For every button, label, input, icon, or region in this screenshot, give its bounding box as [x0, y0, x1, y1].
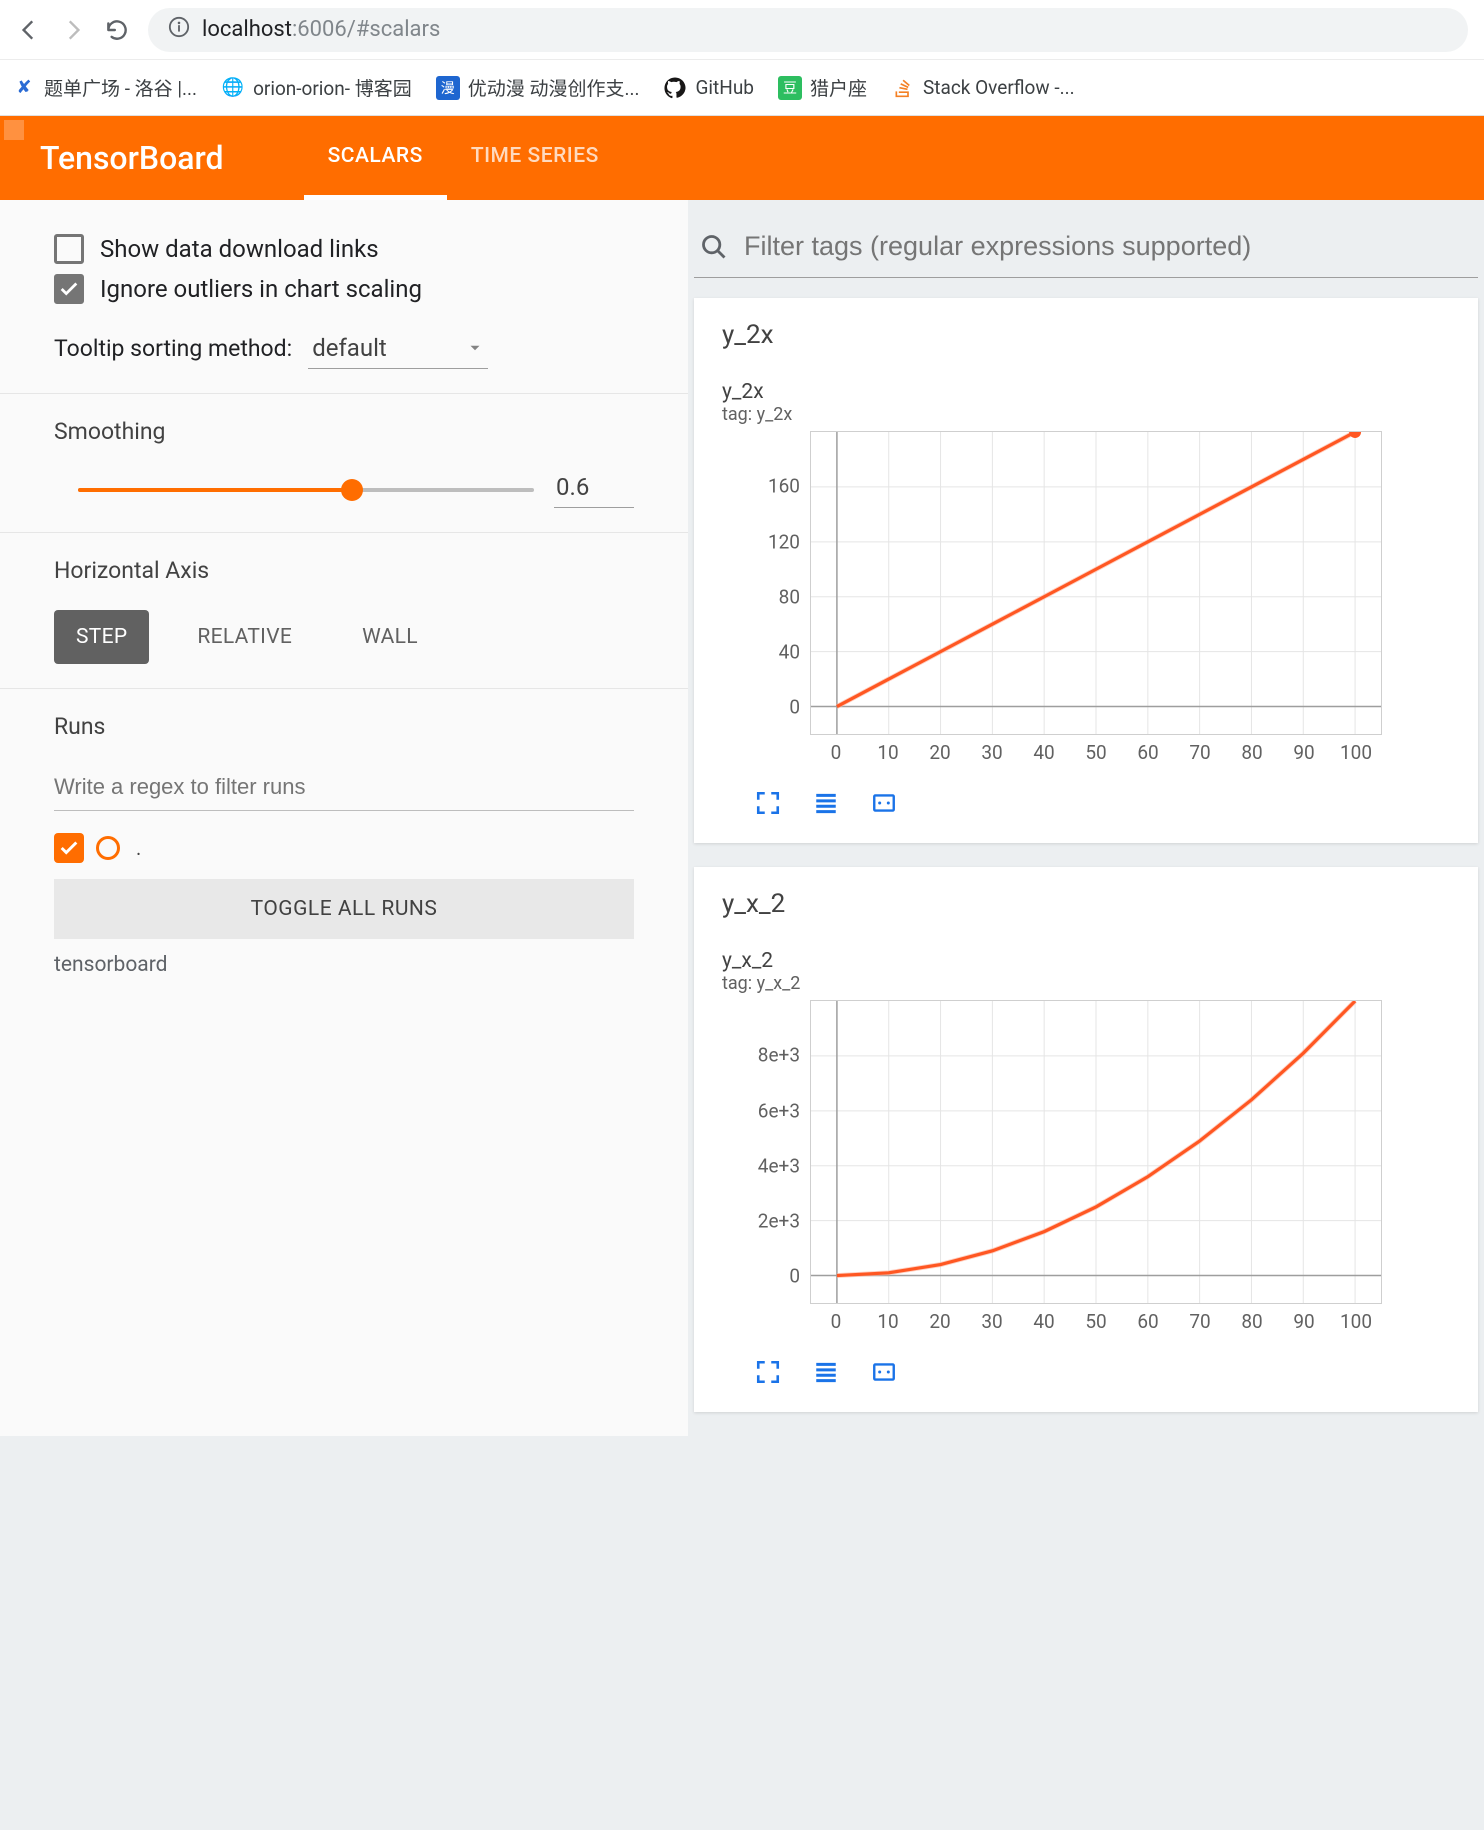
- bookmark-label: 猎户座: [810, 74, 867, 101]
- forward-button[interactable]: [60, 17, 86, 43]
- line-chart[interactable]: 04080120160 0102030405060708090100: [722, 431, 1382, 771]
- checkbox-label: Ignore outliers in chart scaling: [100, 275, 422, 303]
- content-area: y_2x y_2x tag: y_2x 04080120160 01020304…: [688, 200, 1484, 1436]
- favicon-icon: 漫: [436, 76, 460, 100]
- app-header: TensorBoard SCALARS TIME SERIES: [0, 116, 1484, 200]
- bookmark-item[interactable]: Stack Overflow -...: [891, 76, 1075, 100]
- tooltip-sort-select[interactable]: default: [308, 330, 488, 369]
- run-color-swatch: [96, 836, 120, 860]
- checkbox-ignore-outliers[interactable]: [54, 274, 84, 304]
- search-icon: [700, 233, 728, 261]
- chart-title: y_x_2: [722, 949, 1450, 973]
- run-name: .: [136, 836, 141, 860]
- chevron-down-icon: [466, 339, 484, 357]
- toggle-all-runs-button[interactable]: TOGGLE ALL RUNS: [54, 879, 634, 939]
- log-scale-icon[interactable]: [808, 787, 844, 819]
- fit-domain-icon[interactable]: [866, 1356, 902, 1388]
- tooltip-sort-label: Tooltip sorting method:: [54, 335, 292, 362]
- favicon-icon: 🌐: [221, 76, 245, 100]
- smoothing-slider[interactable]: [54, 472, 534, 508]
- app-logo: TensorBoard: [40, 139, 224, 177]
- smoothing-label: Smoothing: [54, 418, 634, 445]
- reload-button[interactable]: [104, 17, 130, 43]
- axis-option-step[interactable]: STEP: [54, 610, 149, 664]
- bookmark-label: Stack Overflow -...: [923, 76, 1075, 99]
- smoothing-value-input[interactable]: 0.6: [554, 471, 634, 508]
- card-group-title[interactable]: y_x_2: [694, 867, 1478, 941]
- address-bar[interactable]: localhost:6006/#scalars: [148, 8, 1468, 52]
- favicon-icon: ✘: [12, 76, 36, 100]
- back-button[interactable]: [16, 17, 42, 43]
- github-icon: [663, 76, 687, 100]
- bookmarks-bar: ✘ 题单广场 - 洛谷 |... 🌐 orion-orion- 博客园 漫 优动…: [0, 60, 1484, 116]
- bookmark-item[interactable]: ✘ 题单广场 - 洛谷 |...: [12, 74, 197, 101]
- url-host: localhost: [202, 17, 292, 42]
- tab-scalars[interactable]: SCALARS: [304, 116, 447, 200]
- tag-filter-bar[interactable]: [694, 224, 1478, 278]
- url-path: :6006/#scalars: [292, 17, 440, 42]
- runs-label: Runs: [54, 713, 634, 740]
- run-checkbox[interactable]: [54, 833, 84, 863]
- horizontal-axis-label: Horizontal Axis: [54, 557, 634, 584]
- bookmark-label: GitHub: [695, 76, 753, 99]
- chart-tag: tag: y_2x: [722, 404, 1450, 425]
- tab-time-series[interactable]: TIME SERIES: [447, 116, 623, 200]
- expand-icon[interactable]: [750, 787, 786, 819]
- run-row: .: [54, 833, 634, 863]
- card-group-title[interactable]: y_2x: [694, 298, 1478, 372]
- bookmark-label: 优动漫 动漫创作支...: [468, 74, 640, 101]
- scalar-card: y_2x y_2x tag: y_2x 04080120160 01020304…: [694, 298, 1478, 843]
- sidebar: Show data download links Ignore outliers…: [0, 200, 688, 1436]
- axis-option-relative[interactable]: RELATIVE: [175, 610, 314, 664]
- bookmark-label: orion-orion- 博客园: [253, 74, 412, 101]
- bookmark-item[interactable]: 🌐 orion-orion- 博客园: [221, 74, 412, 101]
- checkbox-show-download-links[interactable]: [54, 234, 84, 264]
- axis-option-wall[interactable]: WALL: [340, 610, 440, 664]
- bookmark-item[interactable]: 豆 猎户座: [778, 74, 867, 101]
- favicon-icon: 豆: [778, 76, 802, 100]
- chart-title: y_2x: [722, 380, 1450, 404]
- bookmark-item[interactable]: GitHub: [663, 76, 753, 100]
- bookmark-item[interactable]: 漫 优动漫 动漫创作支...: [436, 74, 640, 101]
- line-chart[interactable]: 02e+34e+36e+38e+3 0102030405060708090100: [722, 1000, 1382, 1340]
- chart-tag: tag: y_x_2: [722, 973, 1450, 994]
- expand-icon[interactable]: [750, 1356, 786, 1388]
- site-info-icon[interactable]: [168, 16, 190, 44]
- fit-domain-icon[interactable]: [866, 787, 902, 819]
- scalar-card: y_x_2 y_x_2 tag: y_x_2 02e+34e+36e+38e+3…: [694, 867, 1478, 1412]
- tag-filter-input[interactable]: [742, 230, 1472, 263]
- log-scale-icon[interactable]: [808, 1356, 844, 1388]
- bookmark-label: 题单广场 - 洛谷 |...: [44, 74, 197, 101]
- runs-filter-input[interactable]: [54, 766, 634, 811]
- runs-footer: tensorboard: [54, 953, 634, 977]
- browser-toolbar: localhost:6006/#scalars: [0, 0, 1484, 60]
- checkbox-label: Show data download links: [100, 235, 379, 263]
- stackoverflow-icon: [891, 76, 915, 100]
